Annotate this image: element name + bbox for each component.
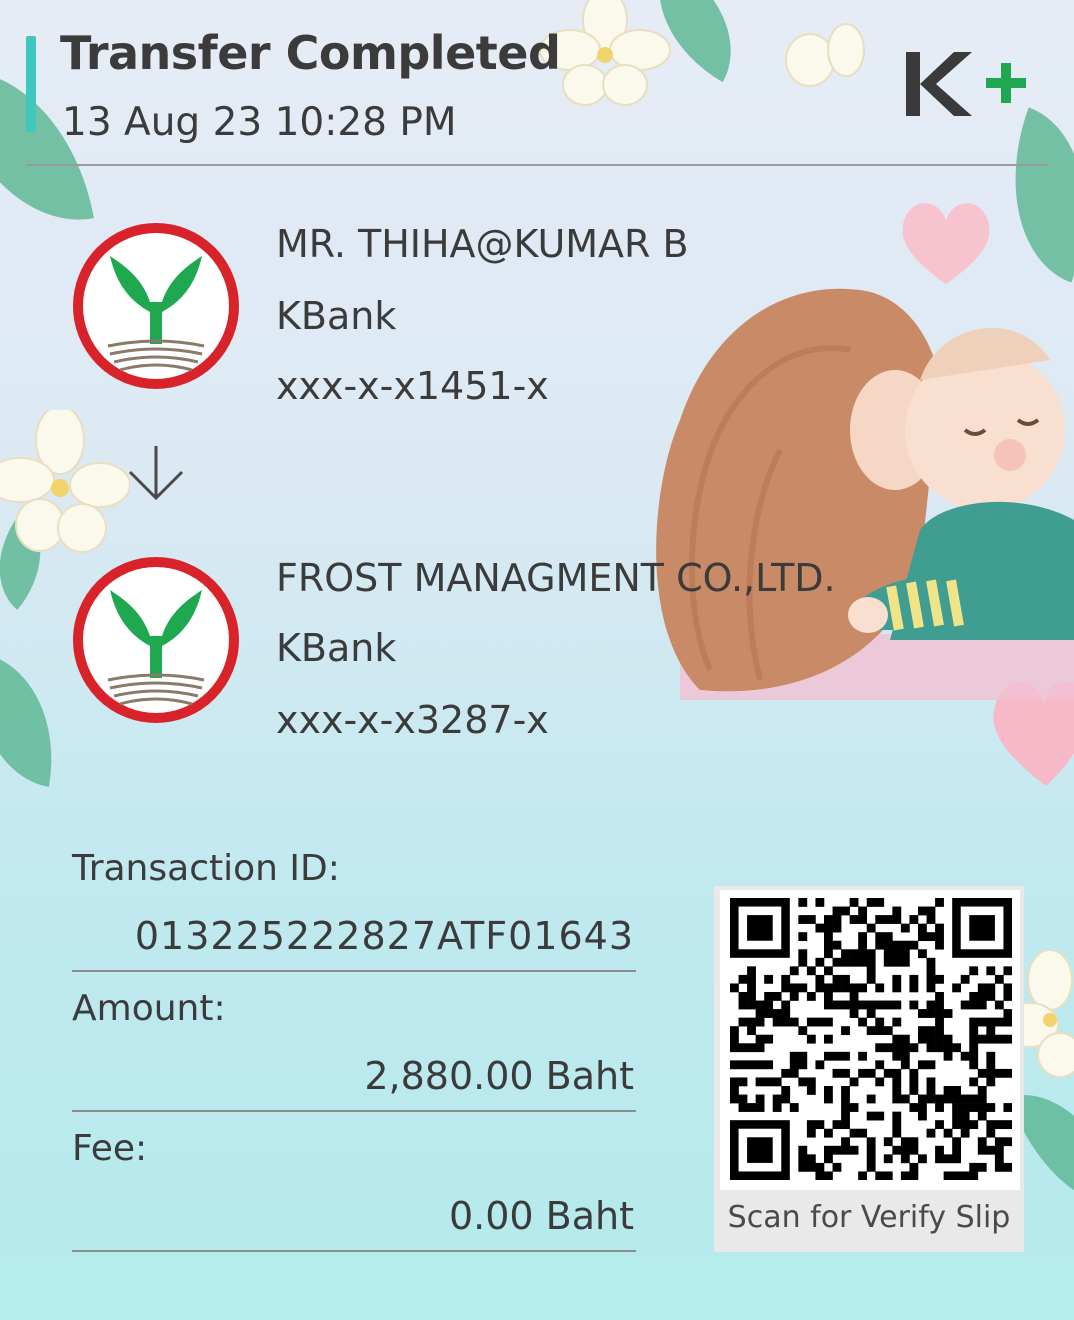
detail-divider	[72, 970, 636, 972]
header-accent-bar	[26, 36, 36, 132]
transaction-id-label: Transaction ID:	[72, 848, 340, 889]
amount-value: 2,880.00 Baht	[364, 1054, 634, 1098]
receiver-name: FROST MANAGMENT CO.,LTD.	[276, 556, 836, 600]
header-divider	[26, 164, 1048, 166]
transaction-id-value: 013225222827ATF01643	[134, 914, 634, 958]
detail-divider	[72, 1250, 636, 1252]
amount-label: Amount:	[72, 988, 226, 1029]
qr-code-icon[interactable]	[730, 898, 1012, 1180]
sender-account: xxx-x-x1451-x	[276, 364, 549, 408]
receiver-bank: KBank	[276, 626, 397, 670]
fee-label: Fee:	[72, 1128, 148, 1169]
arrow-down-icon	[128, 446, 184, 501]
sender-bank: KBank	[276, 294, 397, 338]
page-title: Transfer Completed	[60, 26, 561, 80]
transfer-datetime: 13 Aug 23 10:28 PM	[62, 100, 457, 145]
receiver-account: xxx-x-x3287-x	[276, 698, 549, 742]
kplus-logo-icon	[906, 52, 1026, 116]
bottom-band	[0, 1258, 1074, 1320]
fee-value: 0.00 Baht	[448, 1194, 634, 1238]
sender-name: MR. THIHA@KUMAR B	[276, 222, 689, 266]
qr-caption: Scan for Verify Slip	[727, 1200, 1011, 1235]
detail-divider	[72, 1110, 636, 1112]
kbank-logo-icon	[73, 557, 239, 723]
kbank-logo-icon	[73, 223, 239, 389]
